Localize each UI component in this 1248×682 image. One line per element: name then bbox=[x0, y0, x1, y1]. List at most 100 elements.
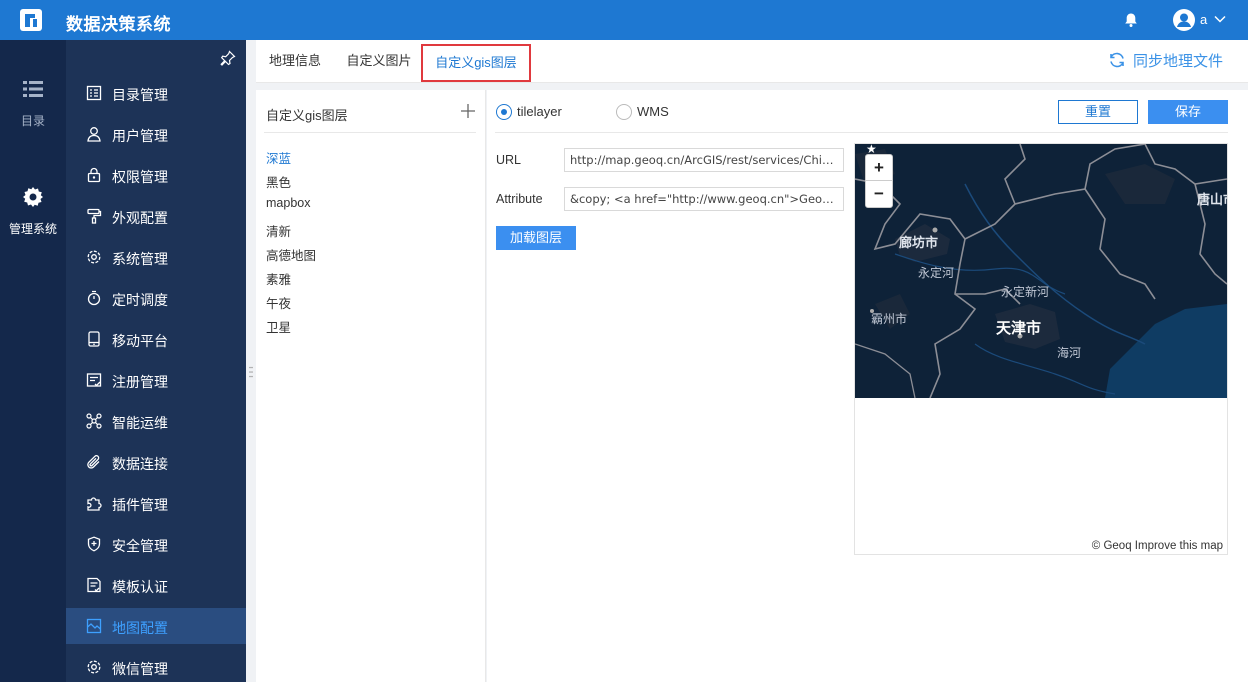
sidebar-item-ops[interactable]: 智能运维 bbox=[66, 403, 246, 439]
primary-rail: 目录 管理系统 bbox=[0, 40, 66, 682]
map-label: 唐山市 bbox=[1197, 192, 1227, 207]
list-item[interactable]: 高德地图 bbox=[266, 245, 316, 264]
sidebar-item-register[interactable]: 注册管理 bbox=[66, 362, 246, 398]
radio-label: WMS bbox=[637, 104, 669, 119]
sidebar-item-schedule[interactable]: 定时调度 bbox=[66, 280, 246, 316]
attachment-icon bbox=[87, 455, 100, 469]
tab-custom-gis-layer[interactable]: 自定义gis图层 bbox=[421, 44, 531, 82]
map-label: 永定新河 bbox=[1001, 285, 1050, 299]
list-item[interactable]: 深蓝 bbox=[266, 148, 291, 167]
sidebar-item-label: 地图配置 bbox=[112, 620, 168, 636]
sidebar-item-label: 安全管理 bbox=[112, 538, 168, 554]
list-item[interactable]: 素雅 bbox=[266, 269, 291, 288]
sidebar-item-label: 用户管理 bbox=[112, 128, 168, 144]
zoom-control: + − bbox=[865, 154, 893, 208]
zoom-out-button[interactable]: − bbox=[866, 181, 892, 207]
save-button[interactable]: 保存 bbox=[1148, 100, 1228, 124]
list-item[interactable]: 卫星 bbox=[266, 317, 291, 336]
tabs-bar: 地理信息 自定义图片 自定义gis图层 同步地理文件 bbox=[256, 40, 1248, 83]
divider bbox=[264, 132, 476, 133]
mobile-icon bbox=[88, 331, 100, 347]
map-label: 海河 bbox=[1057, 346, 1082, 360]
puzzle-icon bbox=[87, 497, 102, 511]
wechat-icon bbox=[87, 660, 101, 674]
tab-geo-info[interactable]: 地理信息 bbox=[264, 44, 326, 82]
sidebar-item-label: 定时调度 bbox=[112, 292, 168, 308]
drag-grip-icon[interactable] bbox=[249, 366, 253, 378]
sidebar-item-label: 插件管理 bbox=[112, 497, 168, 513]
refresh-icon bbox=[1110, 52, 1124, 68]
sidebar-item-label: 注册管理 bbox=[112, 374, 168, 390]
map-preview[interactable]: ★ + − 廊坊市 永定河 永定新河 霸州市 天津市 海河 唐山市 © Geoq… bbox=[854, 143, 1228, 555]
rail-item-admin[interactable]: 管理系统 bbox=[0, 186, 66, 237]
zoom-in-button[interactable]: + bbox=[866, 155, 892, 181]
catalog-icon bbox=[86, 85, 102, 101]
attribute-field[interactable]: &copy; <a href="http://www.geoq.cn">Geoq… bbox=[564, 187, 844, 211]
attribute-label: Attribute bbox=[496, 192, 543, 206]
sidebar-item-map-config[interactable]: 地图配置 bbox=[66, 608, 246, 644]
settings-icon bbox=[87, 250, 101, 264]
user-avatar-icon bbox=[1177, 13, 1191, 27]
sidebar-item-label: 移动平台 bbox=[112, 333, 168, 349]
map-label: 霸州市 bbox=[871, 312, 908, 326]
lock-icon bbox=[87, 167, 101, 183]
map-attribution[interactable]: © Geoq Improve this map bbox=[1092, 540, 1223, 552]
layer-config-panel: tilelayer WMS 重置 保存 URL http://map.geoq.… bbox=[487, 90, 1248, 682]
list-item[interactable]: 清新 bbox=[266, 221, 291, 240]
map-label: 廊坊市 bbox=[899, 235, 939, 250]
radio-label: tilelayer bbox=[517, 104, 562, 119]
sidebar-item-appearance[interactable]: 外观配置 bbox=[66, 198, 246, 234]
sidebar-item-mobile[interactable]: 移动平台 bbox=[66, 321, 246, 357]
url-field[interactable]: http://map.geoq.cn/ArcGIS/rest/services/… bbox=[564, 148, 844, 172]
radio-dot[interactable] bbox=[496, 104, 512, 120]
sidebar-item-label: 微信管理 bbox=[112, 661, 168, 677]
pin-icon[interactable] bbox=[220, 50, 236, 66]
map-label: 永定河 bbox=[918, 266, 955, 280]
chevron-down-icon[interactable] bbox=[1214, 14, 1226, 24]
template-icon bbox=[87, 577, 101, 593]
rail-label-catalog: 目录 bbox=[20, 114, 45, 128]
avatar[interactable] bbox=[1173, 9, 1195, 31]
list-item[interactable]: 午夜 bbox=[266, 293, 291, 312]
top-header: 数据决策系统 a bbox=[0, 0, 1248, 40]
resize-handle[interactable] bbox=[246, 40, 256, 682]
sidebar-item-security[interactable]: 安全管理 bbox=[66, 526, 246, 562]
sidebar-item-data-connection[interactable]: 数据连接 bbox=[66, 444, 246, 480]
user-name[interactable]: a bbox=[1200, 12, 1207, 27]
sidebar: 目录管理 用户管理 权限管理 外观配置 系统管理 定时调度 移动平台 注册管理 … bbox=[66, 40, 246, 682]
sidebar-item-catalog[interactable]: 目录管理 bbox=[66, 75, 246, 111]
map-icon bbox=[86, 618, 102, 634]
sidebar-item-permissions[interactable]: 权限管理 bbox=[66, 157, 246, 193]
sidebar-item-wechat[interactable]: 微信管理 bbox=[66, 649, 246, 682]
map-label: 天津市 bbox=[996, 320, 1042, 337]
layer-list-header: 自定义gis图层 bbox=[266, 108, 348, 123]
sidebar-item-label: 智能运维 bbox=[112, 415, 168, 431]
bell-icon[interactable] bbox=[1123, 12, 1139, 28]
tab-custom-image[interactable]: 自定义图片 bbox=[342, 44, 416, 82]
sidebar-item-label: 目录管理 bbox=[112, 87, 168, 103]
list-item[interactable]: mapbox bbox=[266, 196, 310, 210]
load-layer-button[interactable]: 加载图层 bbox=[496, 226, 576, 250]
paint-roller-icon bbox=[87, 208, 102, 224]
divider bbox=[495, 132, 1228, 133]
sidebar-item-label: 数据连接 bbox=[112, 456, 168, 472]
reset-button[interactable]: 重置 bbox=[1058, 100, 1138, 124]
rail-item-catalog[interactable]: 目录 bbox=[0, 78, 66, 129]
app-title: 数据决策系统 bbox=[66, 15, 171, 34]
sidebar-item-label: 权限管理 bbox=[112, 169, 168, 185]
list-icon bbox=[23, 81, 43, 97]
network-icon bbox=[86, 413, 102, 429]
logo-icon bbox=[20, 9, 42, 31]
layer-list-panel: 自定义gis图层 深蓝 黑色 mapbox 清新 高德地图 素雅 午夜 卫星 bbox=[256, 90, 486, 682]
sidebar-item-label: 模板认证 bbox=[112, 579, 168, 595]
sidebar-item-system[interactable]: 系统管理 bbox=[66, 239, 246, 275]
map-tile[interactable] bbox=[855, 144, 1227, 398]
plus-icon[interactable] bbox=[461, 104, 475, 118]
sidebar-item-templates[interactable]: 模板认证 bbox=[66, 567, 246, 603]
user-icon bbox=[87, 127, 101, 142]
radio-dot[interactable] bbox=[616, 104, 632, 120]
sidebar-item-users[interactable]: 用户管理 bbox=[66, 116, 246, 152]
sidebar-item-label: 系统管理 bbox=[112, 251, 168, 267]
sidebar-item-plugins[interactable]: 插件管理 bbox=[66, 485, 246, 521]
list-item[interactable]: 黑色 bbox=[266, 172, 291, 191]
